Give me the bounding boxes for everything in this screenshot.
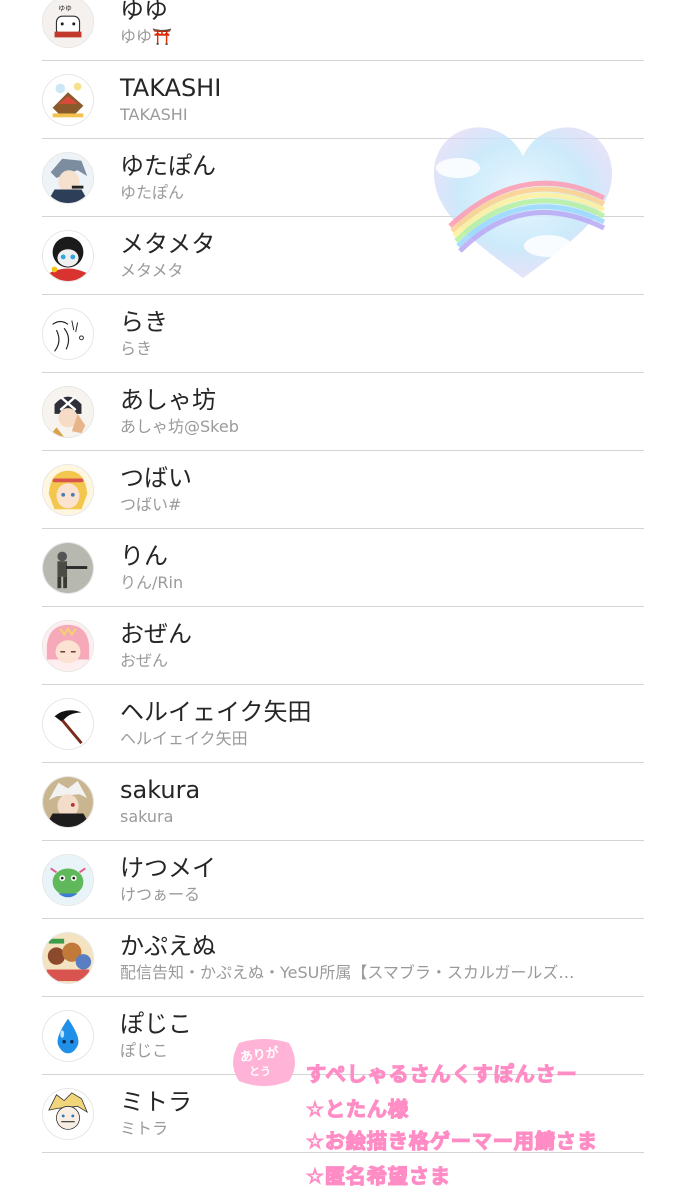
user-handle: つばい# <box>120 495 182 514</box>
user-handle: りん/Rin <box>120 573 184 592</box>
user-handle: らき <box>120 339 153 358</box>
peace-sign-character-avatar[interactable] <box>42 386 94 438</box>
svg-text:ゆゆ: ゆゆ <box>58 4 72 12</box>
user-handle: おぜん <box>120 651 169 670</box>
thanks-badge: ありが とう <box>231 1037 297 1089</box>
sponsor-line: ☆とたん様 <box>305 1096 409 1121</box>
bear-mascot-avatar[interactable]: ゆゆ <box>42 0 94 48</box>
user-display-name: けつメイ <box>120 854 216 882</box>
user-handle: ぽじこ <box>120 1041 169 1060</box>
sponsor-line: ☆匿名希望さま <box>305 1163 451 1188</box>
user-handle: 配信告知・かぷえぬ・YeSU所属【スマブラ・スカルガールズ… <box>120 963 575 982</box>
user-display-name: かぷえぬ <box>120 932 216 960</box>
grey-hair-character-avatar[interactable] <box>42 152 94 204</box>
list-item[interactable]: つばい つばい# <box>42 451 644 529</box>
user-display-name: ミトラ <box>120 1088 192 1116</box>
sponsor-line: ☆お絵描き格ゲーマー用鯖さま <box>305 1128 598 1153</box>
list-item[interactable]: ゆゆ ゆゆ ゆゆ⛩️ <box>42 0 644 61</box>
user-handle: けつぁーる <box>120 885 201 904</box>
user-display-name: ゆたぽん <box>120 152 216 180</box>
sponsor-heading: すぺしゃるさんくすぽんさー <box>305 1061 578 1086</box>
screen: ゆゆ ゆゆ ゆゆ⛩️ TAKASHI TAKASHI ゆたぽん ゆたぽん メタメ… <box>0 0 675 1200</box>
white-hair-character-avatar[interactable] <box>42 776 94 828</box>
pink-hair-character-avatar[interactable] <box>42 620 94 672</box>
masked-character-avatar[interactable] <box>42 230 94 282</box>
user-display-name: TAKASHI <box>120 74 222 102</box>
water-drop-avatar[interactable] <box>42 1010 94 1062</box>
green-creature-avatar[interactable] <box>42 854 94 906</box>
user-handle: メタメタ <box>120 261 184 280</box>
list-item[interactable]: sakura sakura <box>42 763 644 841</box>
scythe-avatar[interactable] <box>42 698 94 750</box>
user-handle: ミトラ <box>120 1119 169 1138</box>
user-handle: ゆたぽん <box>120 183 185 202</box>
list-item[interactable]: りん りん/Rin <box>42 529 644 607</box>
blonde-girl-avatar[interactable] <box>42 464 94 516</box>
list-item[interactable]: あしゃ坊 あしゃ坊@Skeb <box>42 373 644 451</box>
user-display-name: りん <box>120 542 168 570</box>
user-display-name: ヘルイェイク矢田 <box>120 698 312 726</box>
user-display-name: つばい <box>120 464 192 492</box>
soldier-character-avatar[interactable] <box>42 542 94 594</box>
user-display-name: おぜん <box>120 620 192 648</box>
user-handle: ゆゆ⛩️ <box>120 27 172 46</box>
list-item[interactable]: おぜん おぜん <box>42 607 644 685</box>
user-handle: あしゃ坊@Skeb <box>120 417 239 436</box>
list-item[interactable]: けつメイ けつぁーる <box>42 841 644 919</box>
sketch-doodle-avatar[interactable] <box>42 308 94 360</box>
blonde-boy-sketch-avatar[interactable] <box>42 1088 94 1140</box>
list-item[interactable]: かぷえぬ 配信告知・かぷえぬ・YeSU所属【スマブラ・スカルガールズ… <box>42 919 644 997</box>
list-item[interactable]: らき らき <box>42 295 644 373</box>
list-item[interactable]: ヘルイェイク矢田 ヘルイェイク矢田 <box>42 685 644 763</box>
rainbow-heart-sticker <box>428 118 618 283</box>
dragon-illustration-avatar[interactable] <box>42 74 94 126</box>
user-handle: TAKASHI <box>120 105 188 124</box>
user-display-name: あしゃ坊 <box>120 386 216 414</box>
thanks-badge-line2: とう <box>249 1065 271 1078</box>
user-display-name: ゆゆ <box>120 0 168 24</box>
user-handle: sakura <box>120 807 174 826</box>
user-handle: ヘルイェイク矢田 <box>120 729 248 748</box>
user-display-name: ぽじこ <box>120 1010 192 1038</box>
user-display-name: らき <box>120 308 168 336</box>
user-display-name: sakura <box>120 776 201 804</box>
user-display-name: メタメタ <box>120 230 216 258</box>
group-characters-avatar[interactable] <box>42 932 94 984</box>
